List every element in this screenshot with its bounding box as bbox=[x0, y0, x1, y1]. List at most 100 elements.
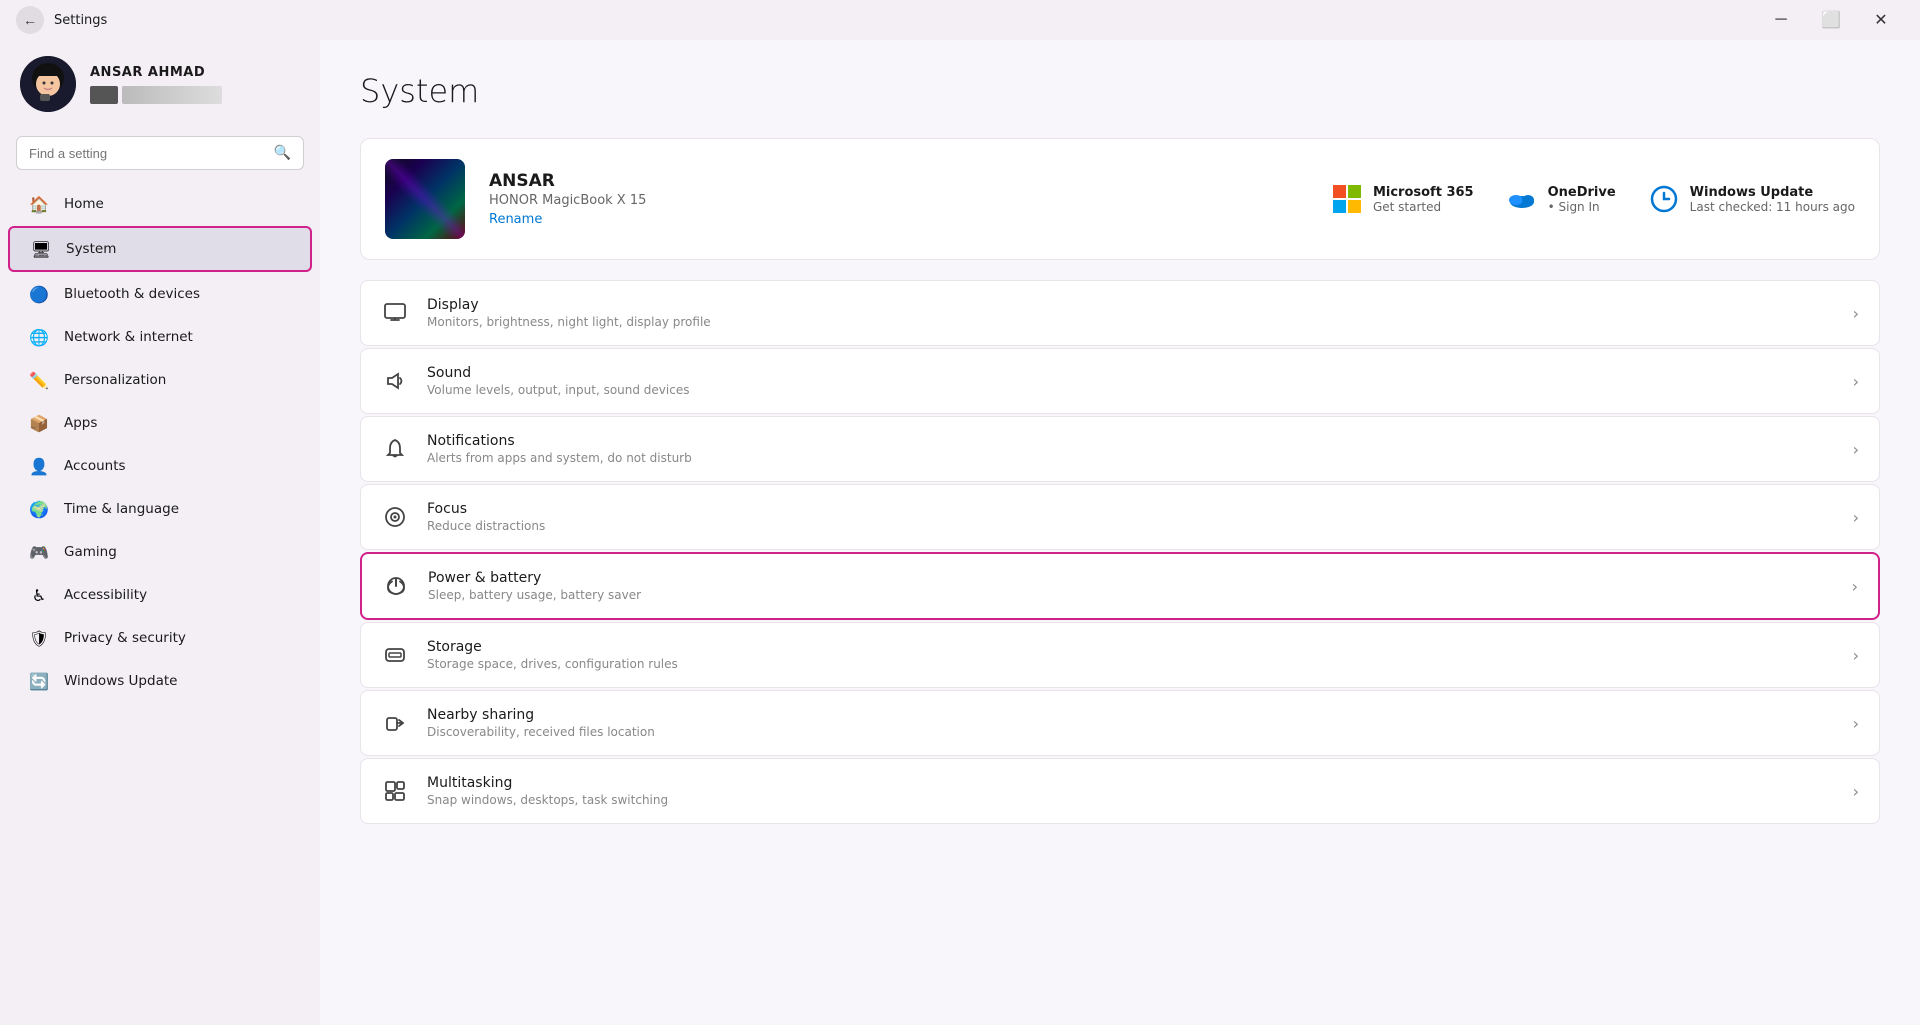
setting-text-focus: Focus Reduce distractions bbox=[427, 501, 1835, 533]
user-bar-dark bbox=[90, 86, 118, 104]
search-box[interactable]: 🔍 bbox=[16, 136, 304, 170]
device-info-card: ANSAR HONOR MagicBook X 15 Rename Micros… bbox=[360, 138, 1880, 260]
sidebar-item-bluetooth[interactable]: 🔵 Bluetooth & devices bbox=[8, 273, 312, 315]
setting-text-storage: Storage Storage space, drives, configura… bbox=[427, 639, 1835, 671]
setting-title-nearby: Nearby sharing bbox=[427, 707, 1835, 723]
nav-label-network: Network & internet bbox=[64, 329, 193, 345]
nav-icon-system: 🖥 bbox=[30, 238, 52, 260]
setting-subtitle-focus: Reduce distractions bbox=[427, 519, 1835, 533]
setting-item-sound[interactable]: Sound Volume levels, output, input, soun… bbox=[360, 348, 1880, 414]
nav-icon-home: 🏠 bbox=[28, 193, 50, 215]
rename-link[interactable]: Rename bbox=[489, 212, 542, 227]
app-body: ANSAR AHMAD 🔍 🏠 Home 🖥 System 🔵 Bluetoot… bbox=[0, 40, 1920, 1025]
user-bars bbox=[90, 86, 300, 104]
quick-link-onedrive[interactable]: OneDrive • Sign In bbox=[1506, 183, 1616, 215]
nav-label-privacy: Privacy & security bbox=[64, 630, 186, 646]
setting-subtitle-nearby: Discoverability, received files location bbox=[427, 725, 1835, 739]
setting-icon-nearby bbox=[381, 709, 409, 737]
setting-icon-storage bbox=[381, 641, 409, 669]
nav-icon-accessibility: ♿ bbox=[28, 584, 50, 606]
title-bar: ← Settings ─ ⬜ ✕ bbox=[0, 0, 1920, 40]
main-content: System ANSAR HONOR MagicBook X 15 Rename… bbox=[320, 40, 1920, 1025]
setting-item-storage[interactable]: Storage Storage space, drives, configura… bbox=[360, 622, 1880, 688]
sidebar-item-system[interactable]: 🖥 System bbox=[8, 226, 312, 272]
setting-title-focus: Focus bbox=[427, 501, 1835, 517]
setting-title-storage: Storage bbox=[427, 639, 1835, 655]
nav-icon-gaming: 🎮 bbox=[28, 541, 50, 563]
quick-link-title-onedrive: OneDrive bbox=[1548, 185, 1616, 200]
setting-item-display[interactable]: Display Monitors, brightness, night ligh… bbox=[360, 280, 1880, 346]
chevron-icon-display: › bbox=[1853, 304, 1859, 323]
nav-icon-update: 🔄 bbox=[28, 670, 50, 692]
sidebar: ANSAR AHMAD 🔍 🏠 Home 🖥 System 🔵 Bluetoot… bbox=[0, 40, 320, 1025]
sidebar-item-accessibility[interactable]: ♿ Accessibility bbox=[8, 574, 312, 616]
sidebar-item-accounts[interactable]: 👤 Accounts bbox=[8, 445, 312, 487]
user-section: ANSAR AHMAD bbox=[0, 40, 320, 132]
sidebar-item-home[interactable]: 🏠 Home bbox=[8, 183, 312, 225]
avatar[interactable] bbox=[20, 56, 76, 112]
setting-icon-display bbox=[381, 299, 409, 327]
chevron-icon-focus: › bbox=[1853, 508, 1859, 527]
nav-items: 🏠 Home 🖥 System 🔵 Bluetooth & devices 🌐 … bbox=[0, 178, 320, 707]
title-bar-controls: ─ ⬜ ✕ bbox=[1758, 4, 1904, 36]
setting-icon-focus bbox=[381, 503, 409, 531]
setting-title-multitasking: Multitasking bbox=[427, 775, 1835, 791]
close-button[interactable]: ✕ bbox=[1858, 4, 1904, 36]
quick-link-icon-microsoft365 bbox=[1331, 183, 1363, 215]
nav-icon-privacy: 🛡 bbox=[28, 627, 50, 649]
sidebar-item-gaming[interactable]: 🎮 Gaming bbox=[8, 531, 312, 573]
sidebar-item-network[interactable]: 🌐 Network & internet bbox=[8, 316, 312, 358]
setting-subtitle-storage: Storage space, drives, configuration rul… bbox=[427, 657, 1835, 671]
setting-item-notifications[interactable]: Notifications Alerts from apps and syste… bbox=[360, 416, 1880, 482]
setting-item-focus[interactable]: Focus Reduce distractions › bbox=[360, 484, 1880, 550]
nav-label-accessibility: Accessibility bbox=[64, 587, 147, 603]
settings-list: Display Monitors, brightness, night ligh… bbox=[360, 280, 1880, 824]
sidebar-item-update[interactable]: 🔄 Windows Update bbox=[8, 660, 312, 702]
setting-item-multitasking[interactable]: Multitasking Snap windows, desktops, tas… bbox=[360, 758, 1880, 824]
device-model: HONOR MagicBook X 15 bbox=[489, 193, 1307, 208]
setting-icon-power bbox=[382, 572, 410, 600]
quick-link-sub-microsoft365: Get started bbox=[1373, 200, 1474, 214]
back-button[interactable]: ← bbox=[16, 6, 44, 34]
sidebar-item-privacy[interactable]: 🛡 Privacy & security bbox=[8, 617, 312, 659]
quick-link-info-windows_update: Windows Update Last checked: 11 hours ag… bbox=[1690, 185, 1855, 214]
quick-link-sub-windows_update: Last checked: 11 hours ago bbox=[1690, 200, 1855, 214]
nav-icon-apps: 📦 bbox=[28, 412, 50, 434]
quick-links: Microsoft 365 Get started OneDrive • Sig… bbox=[1331, 183, 1855, 215]
window-title: Settings bbox=[54, 13, 107, 28]
minimize-button[interactable]: ─ bbox=[1758, 4, 1804, 36]
nav-label-home: Home bbox=[64, 196, 104, 212]
user-info: ANSAR AHMAD bbox=[90, 65, 300, 104]
sidebar-item-apps[interactable]: 📦 Apps bbox=[8, 402, 312, 444]
chevron-icon-sound: › bbox=[1853, 372, 1859, 391]
chevron-icon-power: › bbox=[1852, 577, 1858, 596]
setting-icon-notifications bbox=[381, 435, 409, 463]
device-thumbnail-inner bbox=[385, 159, 465, 239]
nav-label-gaming: Gaming bbox=[64, 544, 117, 560]
search-icon: 🔍 bbox=[274, 145, 291, 161]
nav-label-accounts: Accounts bbox=[64, 458, 126, 474]
setting-item-nearby[interactable]: Nearby sharing Discoverability, received… bbox=[360, 690, 1880, 756]
sidebar-item-time[interactable]: 🌍 Time & language bbox=[8, 488, 312, 530]
setting-text-sound: Sound Volume levels, output, input, soun… bbox=[427, 365, 1835, 397]
setting-title-sound: Sound bbox=[427, 365, 1835, 381]
nav-label-system: System bbox=[66, 241, 116, 257]
nav-icon-accounts: 👤 bbox=[28, 455, 50, 477]
setting-text-power: Power & battery Sleep, battery usage, ba… bbox=[428, 570, 1834, 602]
quick-link-microsoft365[interactable]: Microsoft 365 Get started bbox=[1331, 183, 1474, 215]
sidebar-item-personalization[interactable]: ✏️ Personalization bbox=[8, 359, 312, 401]
user-bar-light bbox=[122, 86, 222, 104]
setting-item-power[interactable]: Power & battery Sleep, battery usage, ba… bbox=[360, 552, 1880, 620]
nav-label-personalization: Personalization bbox=[64, 372, 166, 388]
setting-text-multitasking: Multitasking Snap windows, desktops, tas… bbox=[427, 775, 1835, 807]
quick-link-windows_update[interactable]: Windows Update Last checked: 11 hours ag… bbox=[1648, 183, 1855, 215]
search-input[interactable] bbox=[29, 146, 266, 161]
setting-text-display: Display Monitors, brightness, night ligh… bbox=[427, 297, 1835, 329]
nav-icon-time: 🌍 bbox=[28, 498, 50, 520]
maximize-button[interactable]: ⬜ bbox=[1808, 4, 1854, 36]
setting-title-display: Display bbox=[427, 297, 1835, 313]
setting-subtitle-notifications: Alerts from apps and system, do not dist… bbox=[427, 451, 1835, 465]
quick-link-title-microsoft365: Microsoft 365 bbox=[1373, 185, 1474, 200]
quick-link-info-onedrive: OneDrive • Sign In bbox=[1548, 185, 1616, 214]
quick-link-icon-windows_update bbox=[1648, 183, 1680, 215]
